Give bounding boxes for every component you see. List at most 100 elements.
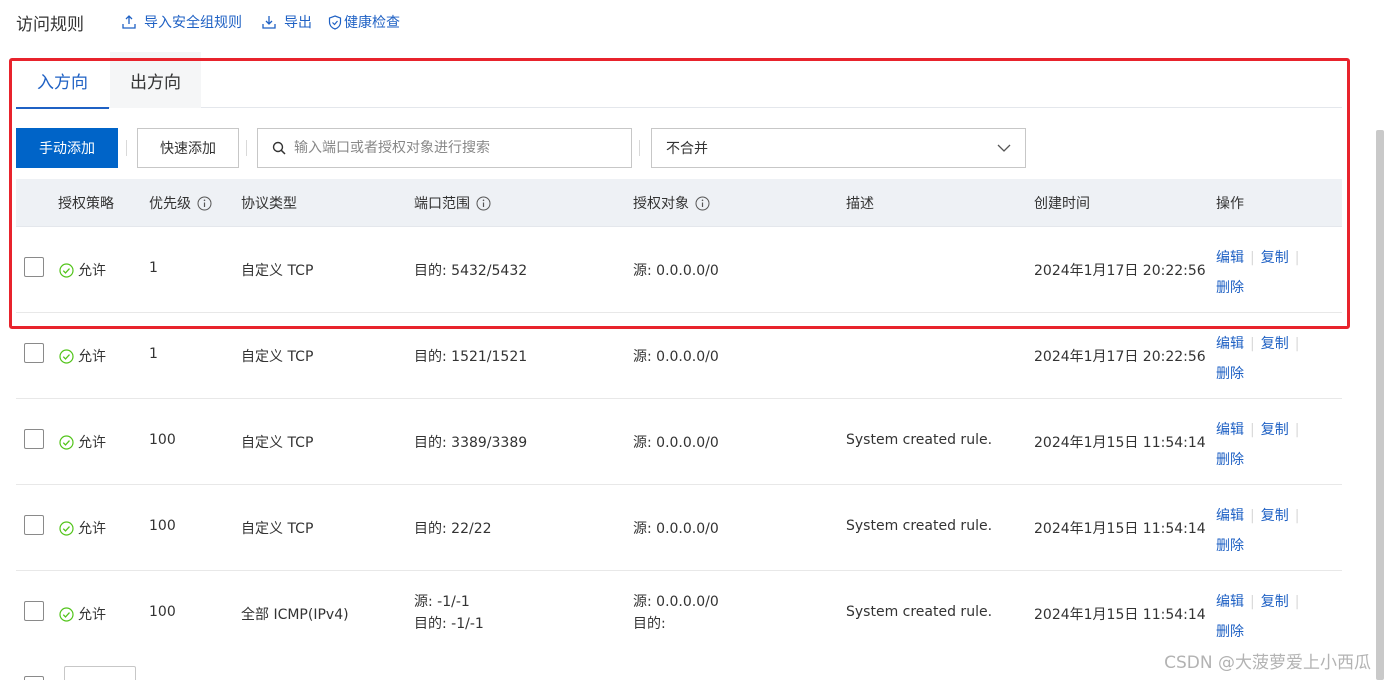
divider	[246, 140, 247, 156]
check-circle-icon	[59, 434, 74, 450]
delete-link[interactable]: 删除	[1216, 538, 1244, 554]
chevron-down-icon	[997, 144, 1011, 152]
search-input[interactable]	[294, 140, 614, 156]
col-desc: 描述	[846, 196, 874, 212]
row-checkbox[interactable]	[24, 257, 44, 277]
health-check-link[interactable]: 健康检查	[328, 12, 400, 32]
bulk-action-button[interactable]	[64, 666, 136, 680]
table-row: 允许 1 自定义 TCP 目的: 1521/1521 源: 0.0.0.0/0 …	[16, 313, 1342, 399]
target-cell: 源: 0.0.0.0/0 目的:	[633, 594, 719, 632]
port-cell: 目的: 22/22	[414, 521, 492, 537]
edit-link[interactable]: 编辑	[1216, 508, 1244, 524]
edit-link[interactable]: 编辑	[1216, 336, 1244, 352]
protocol-cell: 自定义 TCP	[241, 349, 314, 365]
row-checkbox[interactable]	[24, 515, 44, 535]
manual-add-button[interactable]: 手动添加	[16, 128, 118, 168]
rules-toolbar: 手动添加 快速添加 不合并	[16, 128, 1036, 168]
desc-cell: System created rule.	[846, 432, 993, 448]
merge-select[interactable]: 不合并	[651, 128, 1026, 168]
edit-link[interactable]: 编辑	[1216, 594, 1244, 610]
page-title: 访问规则	[16, 14, 84, 35]
table-header: 授权策略 优先级 协议类型 端口范围 授权对象 描述 创建时间 操作	[16, 179, 1342, 227]
info-icon[interactable]	[476, 196, 491, 211]
copy-link[interactable]: 复制	[1261, 594, 1289, 610]
table-row: 允许 100 全部 ICMP(IPv4) 源: -1/-1 目的: -1/-1 …	[16, 571, 1342, 657]
import-rules-link[interactable]: 导入安全组规则	[122, 12, 242, 32]
row-checkbox[interactable]	[24, 343, 44, 363]
target-cell: 源: 0.0.0.0/0	[633, 521, 719, 537]
row-actions: 编辑 | 复制 | 删除	[1216, 508, 1300, 554]
desc-cell: System created rule.	[846, 518, 993, 534]
created-cell: 2024年1月15日 11:54:14	[1034, 521, 1206, 537]
delete-link[interactable]: 删除	[1216, 280, 1244, 296]
port-cell: 目的: 3389/3389	[414, 435, 528, 451]
target-cell: 源: 0.0.0.0/0	[633, 435, 719, 451]
check-circle-icon	[59, 348, 74, 364]
col-created: 创建时间	[1034, 196, 1090, 212]
check-circle-icon	[59, 606, 74, 622]
edit-link[interactable]: 编辑	[1216, 250, 1244, 266]
port-cell: 源: -1/-1 目的: -1/-1	[414, 594, 484, 632]
policy-cell: 允许	[59, 346, 106, 366]
protocol-cell: 自定义 TCP	[241, 435, 314, 451]
scrollbar[interactable]	[1375, 0, 1385, 680]
watermark: CSDN @大菠萝爱上小西瓜	[1164, 653, 1371, 673]
copy-link[interactable]: 复制	[1261, 508, 1289, 524]
created-cell: 2024年1月17日 20:22:56	[1034, 349, 1206, 365]
shield-check-icon	[328, 14, 342, 30]
tab-inbound[interactable]: 入方向	[16, 52, 109, 109]
copy-link[interactable]: 复制	[1261, 250, 1289, 266]
merge-select-value: 不合并	[666, 141, 708, 157]
col-ops: 操作	[1216, 196, 1244, 212]
info-icon[interactable]	[695, 196, 710, 211]
tab-outbound-label: 出方向	[130, 72, 181, 93]
policy-cell: 允许	[59, 604, 106, 624]
scrollbar-thumb[interactable]	[1376, 130, 1384, 680]
row-checkbox[interactable]	[24, 601, 44, 621]
search-box[interactable]	[257, 128, 632, 168]
port-cell: 目的: 1521/1521	[414, 349, 528, 365]
table-row: 允许 100 自定义 TCP 目的: 3389/3389 源: 0.0.0.0/…	[16, 399, 1342, 485]
info-icon[interactable]	[197, 196, 212, 211]
upload-icon	[122, 15, 136, 29]
created-cell: 2024年1月15日 11:54:14	[1034, 435, 1206, 451]
col-port: 端口范围	[414, 179, 491, 227]
export-link[interactable]: 导出	[262, 12, 312, 32]
row-checkbox[interactable]	[24, 429, 44, 449]
divider	[126, 140, 127, 156]
priority-cell: 100	[149, 432, 176, 448]
delete-link[interactable]: 删除	[1216, 452, 1244, 468]
delete-link[interactable]: 删除	[1216, 624, 1244, 640]
target-cell: 源: 0.0.0.0/0	[633, 263, 719, 279]
col-policy: 授权策略	[58, 196, 114, 212]
search-icon	[272, 141, 286, 155]
row-actions: 编辑 | 复制 | 删除	[1216, 594, 1300, 640]
download-icon	[262, 16, 276, 29]
export-label: 导出	[284, 15, 312, 31]
priority-cell: 100	[149, 604, 176, 620]
protocol-cell: 自定义 TCP	[241, 521, 314, 537]
quick-add-button[interactable]: 快速添加	[137, 128, 239, 168]
check-circle-icon	[59, 262, 74, 278]
policy-cell: 允许	[59, 518, 106, 538]
tab-inbound-label: 入方向	[37, 72, 88, 93]
edit-link[interactable]: 编辑	[1216, 422, 1244, 438]
copy-link[interactable]: 复制	[1261, 422, 1289, 438]
delete-link[interactable]: 删除	[1216, 366, 1244, 382]
direction-tabs: 入方向 出方向	[16, 52, 1342, 109]
copy-link[interactable]: 复制	[1261, 336, 1289, 352]
col-protocol: 协议类型	[241, 196, 297, 212]
select-all-checkbox[interactable]	[24, 676, 44, 680]
health-check-label: 健康检查	[344, 15, 400, 31]
page-header: 访问规则 导入安全组规则 导出 健康检查	[16, 10, 420, 35]
row-actions: 编辑 | 复制 | 删除	[1216, 250, 1300, 296]
tab-outbound[interactable]: 出方向	[110, 52, 201, 108]
port-cell: 目的: 5432/5432	[414, 263, 528, 279]
priority-cell: 1	[149, 260, 158, 276]
import-rules-label: 导入安全组规则	[144, 15, 242, 31]
divider	[639, 140, 640, 156]
protocol-cell: 全部 ICMP(IPv4)	[241, 607, 349, 623]
policy-cell: 允许	[59, 260, 106, 280]
table-row: 允许 100 自定义 TCP 目的: 22/22 源: 0.0.0.0/0 Sy…	[16, 485, 1342, 571]
col-priority: 优先级	[149, 179, 212, 227]
